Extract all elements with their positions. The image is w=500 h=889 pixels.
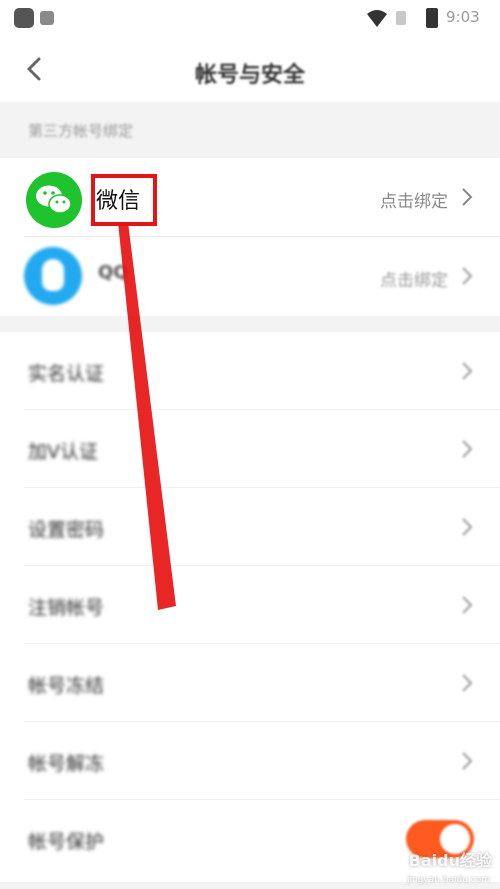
wechat-bind-action[interactable]: 点击绑定 [380,187,448,212]
third-party-binding-list: 微信 点击绑定 QQ 点击绑定 [0,158,500,316]
section-label: 第三方帐号绑定 [28,122,134,140]
status-time: 9:03 [446,8,480,26]
qq-binding-row[interactable]: QQ 点击绑定 [0,237,500,315]
chevron-right-icon [462,440,473,458]
watermark-url: jingyan.baidu.com [406,875,490,885]
settings-item-label: 加V认证 [28,441,98,463]
settings-item-real-name[interactable]: 实名认证 [0,332,500,410]
wechat-label: 微信 [96,189,141,214]
chevron-right-icon [462,752,473,770]
settings-item-label: 设置密码 [28,519,105,541]
qq-icon [24,247,82,305]
chevron-right-icon [462,267,473,285]
chevron-right-icon [462,362,473,380]
qq-label: QQ [98,262,129,283]
settings-item-verify-v[interactable]: 加V认证 [0,410,500,488]
watermark: Baidu经验 [408,851,492,870]
wechat-icon [26,172,82,228]
wechat-binding-row[interactable]: 微信 点击绑定 [0,158,500,237]
settings-item-freeze-account[interactable]: 帐号冻结 [0,644,500,722]
settings-item-label: 帐号保护 [28,831,105,853]
qq-bind-action[interactable]: 点击绑定 [380,266,448,291]
app-notification-icon [40,11,54,25]
chevron-right-icon [462,188,473,206]
settings-item-label: 注销帐号 [28,597,105,619]
signal-icon [396,11,406,25]
settings-item-cancel-account[interactable]: 注销帐号 [0,566,500,644]
chevron-right-icon [462,518,473,536]
chevron-right-icon [462,596,473,614]
settings-item-set-password[interactable]: 设置密码 [0,488,500,566]
wifi-icon [367,10,387,27]
settings-list: 实名认证 加V认证 设置密码 注销帐号 帐号冻结 帐号解冻 帐号保护 [0,332,500,882]
page-title: 帐号与安全 [194,63,305,88]
section-header: 第三方帐号绑定 [0,102,500,158]
settings-item-unfreeze-account[interactable]: 帐号解冻 [0,722,500,800]
battery-icon [426,8,438,28]
settings-item-label: 帐号冻结 [28,675,105,697]
app-notification-icon [14,8,34,28]
status-bar: 9:03 [0,0,500,36]
settings-item-label: 实名认证 [28,363,105,385]
chevron-right-icon [462,674,473,692]
settings-item-label: 帐号解冻 [28,753,105,775]
nav-bar: 帐号与安全 [0,36,500,102]
